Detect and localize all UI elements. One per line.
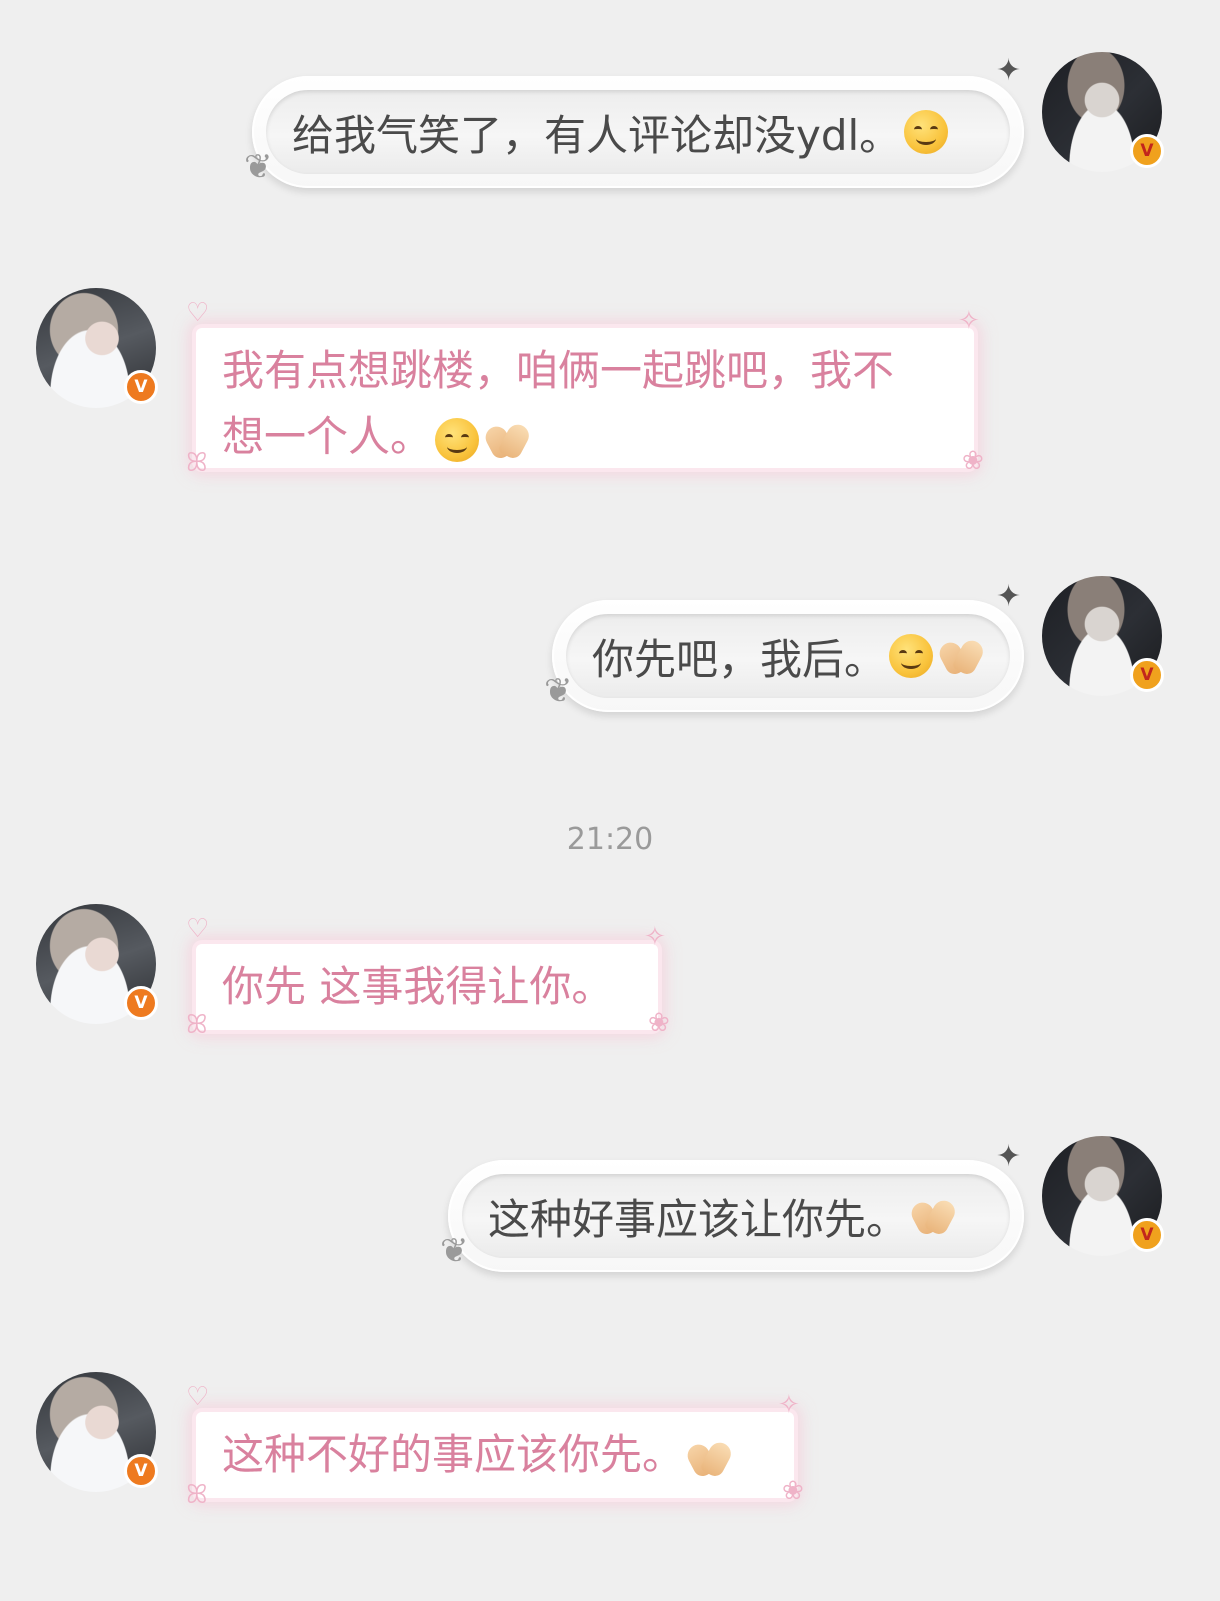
heart-decoration-icon: ♡	[186, 1382, 210, 1412]
message-text-line-2: 想一个人。	[222, 412, 433, 461]
message-text: 这种好事应该让你先。	[488, 1194, 909, 1244]
sparkle-icon: ✦	[996, 1139, 1022, 1174]
message-bubble-received[interactable]: 你先 这事我得让你。	[196, 944, 658, 1030]
leaf-decoration-icon: ❦	[440, 1231, 469, 1271]
pinched-hands-icon	[484, 420, 530, 460]
pinched-hands-icon	[910, 1196, 956, 1236]
verified-badge-icon: V	[1130, 658, 1164, 692]
smiling-face-icon	[904, 110, 949, 154]
message-text: 你先吧，我后。	[592, 634, 887, 684]
message-bubble-sent[interactable]: 你先吧，我后。	[552, 600, 1024, 712]
message-bubble-sent[interactable]: 给我气笑了，有人评论却没ydl。	[252, 76, 1024, 188]
bow-decoration-icon: ꕤ	[186, 1010, 208, 1040]
avatar-her[interactable]: V	[36, 1372, 158, 1492]
verified-badge-icon: V	[1130, 134, 1164, 168]
message-text-line-1: 我有点想跳楼，咱俩一起跳吧，我不	[222, 346, 895, 395]
heart-decoration-icon: ♡	[186, 298, 210, 328]
avatar-her[interactable]: V	[36, 904, 158, 1024]
avatar-me[interactable]: V	[1042, 576, 1164, 696]
message-bubble-received[interactable]: 这种不好的事应该你先。	[196, 1412, 794, 1498]
smiling-face-icon	[435, 417, 480, 462]
sparkle-decoration-icon: ✧	[958, 306, 980, 336]
message-bubble-received[interactable]: 我有点想跳楼，咱俩一起跳吧，我不 想一个人。	[196, 328, 974, 468]
avatar-me[interactable]: V	[1042, 1136, 1164, 1256]
bow-decoration-icon: ꕤ	[186, 448, 208, 478]
timestamp: 21:20	[566, 822, 654, 857]
smiling-face-icon	[889, 634, 934, 678]
avatar-her[interactable]: V	[36, 288, 158, 408]
verified-badge-icon: V	[1130, 1218, 1164, 1252]
verified-badge-icon: V	[124, 986, 158, 1020]
paw-decoration-icon: ❀	[962, 446, 984, 476]
sparkle-icon: ✦	[996, 53, 1022, 88]
paw-decoration-icon: ❀	[782, 1476, 804, 1506]
sparkle-decoration-icon: ✧	[644, 922, 666, 952]
message-text: 这种不好的事应该你先。	[222, 1430, 685, 1479]
sparkle-decoration-icon: ✧	[778, 1390, 800, 1420]
heart-decoration-icon: ♡	[186, 914, 210, 944]
verified-badge-icon: V	[124, 370, 158, 404]
leaf-decoration-icon: ❦	[244, 147, 273, 187]
paw-decoration-icon: ❀	[648, 1008, 670, 1038]
message-text: 你先 这事我得让你。	[222, 962, 614, 1011]
pinched-hands-icon	[938, 636, 984, 676]
chat-thread: 给我气笑了，有人评论却没ydl。 ✦ ❦ V V 我有点想跳楼，咱俩一起跳吧，我…	[0, 0, 1220, 1601]
avatar-me[interactable]: V	[1042, 52, 1164, 172]
sparkle-icon: ✦	[996, 579, 1022, 614]
pinched-hands-icon	[686, 1438, 732, 1478]
bow-decoration-icon: ꕤ	[186, 1480, 208, 1510]
message-text: 给我气笑了，有人评论却没ydl。	[292, 110, 902, 160]
leaf-decoration-icon: ❦	[544, 671, 573, 711]
verified-badge-icon: V	[124, 1454, 158, 1488]
message-bubble-sent[interactable]: 这种好事应该让你先。	[448, 1160, 1024, 1272]
